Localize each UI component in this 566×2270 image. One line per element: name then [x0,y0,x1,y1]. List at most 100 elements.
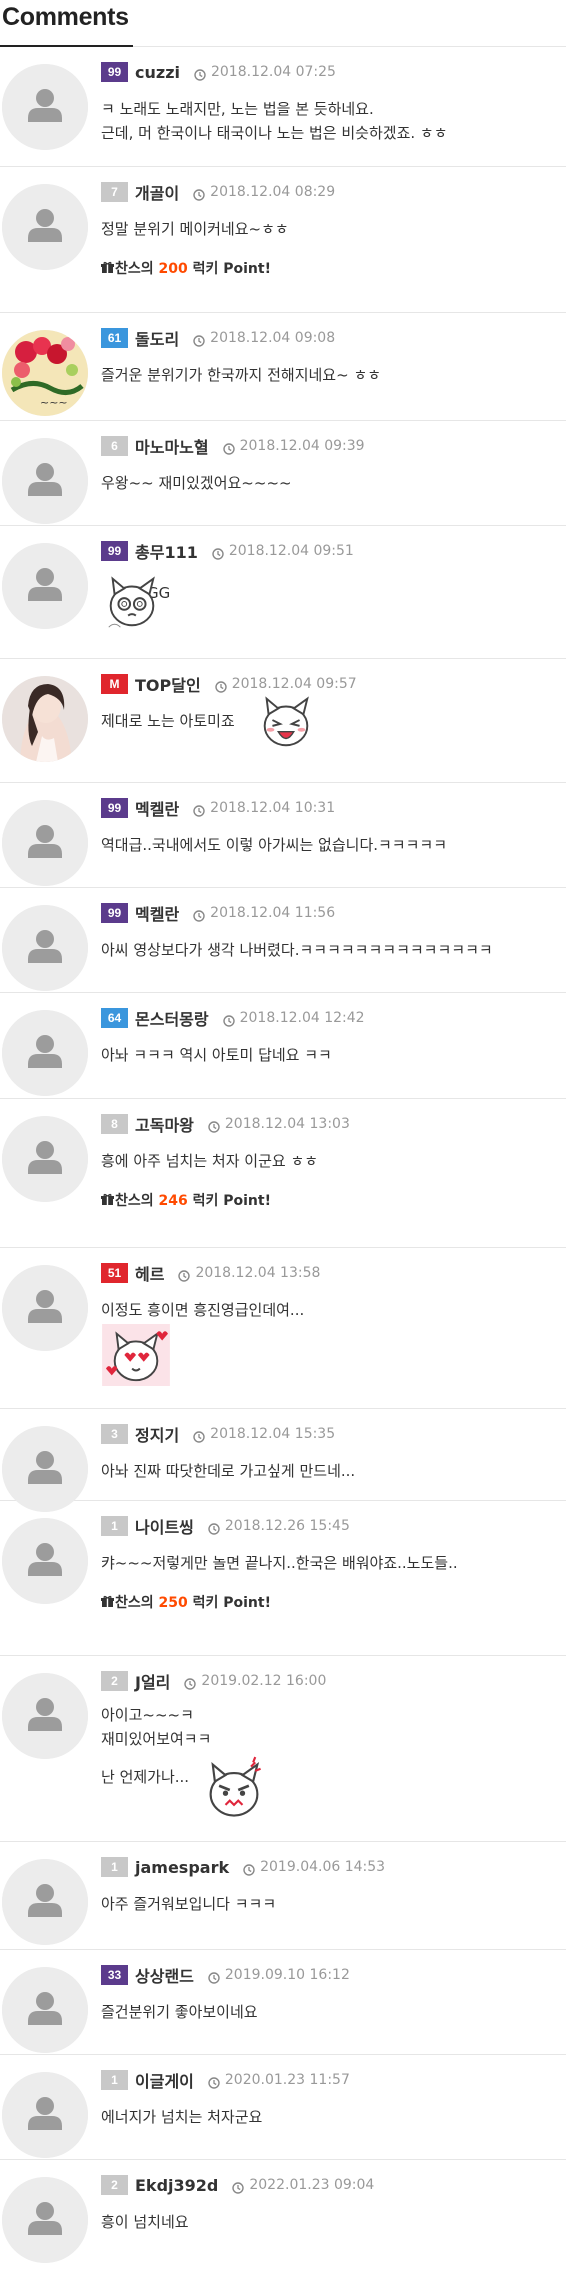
comment-text-line: 즐건분위기 좋아보이네요 [101,2003,258,2021]
comment-date: 2018.12.04 11:56 [210,905,336,921]
dizzy-cat-emoticon [101,571,163,633]
default-user-icon [2,438,88,524]
comment-meta: 8 고독마왕 2018.12.04 13:03 [101,1113,350,1135]
author-nickname[interactable]: TOP달인 [135,672,201,696]
clock-icon [193,186,205,201]
comment-body: 정말 분위기 메이커네요~ㅎㅎ [101,217,289,241]
default-user-icon [2,64,88,150]
author-nickname[interactable]: jamespark [135,1858,229,1877]
author-nickname[interactable]: 멕켈란 [135,796,179,820]
default-user-icon [2,184,88,270]
clock-icon [193,332,205,347]
comment-text-line: 즐거운 분위기가 한국까지 전해지네요~ ㅎㅎ [101,366,382,384]
avatar[interactable] [2,1010,88,1096]
clock-icon [193,802,205,817]
avatar[interactable] [2,800,88,886]
author-nickname[interactable]: Ekdj392d [135,2176,218,2195]
gift-icon [101,261,114,274]
angry-cat-emoticon [200,1756,268,1824]
comment-body: 아놔 진짜 따닷한데로 가고싶게 만드네... [101,1459,355,1483]
level-badge: 1 [101,1857,128,1877]
svg-text:~~~: ~~~ [40,396,68,409]
level-badge: 2 [101,1671,128,1691]
author-nickname[interactable]: 상상랜드 [135,1963,194,1987]
default-user-icon [2,1426,88,1512]
point-prefix: 찬스의 [115,1193,159,1209]
point-suffix: 럭키 Point! [187,1595,271,1611]
author-nickname[interactable]: 몬스터몽랑 [135,1006,209,1030]
comment-item: 8 고독마왕 2018.12.04 13:03 흥에 아주 넘치는 처자 이군요 ㅎㅎ… [0,1099,566,1248]
comment-meta: 3 정지기 2018.12.04 15:35 [101,1423,335,1445]
comment-text-line: 아주 즐거워보입니다 ㅋㅋㅋ [101,1895,277,1913]
avatar[interactable] [2,1673,88,1759]
author-nickname[interactable]: cuzzi [135,63,180,82]
point-prefix: 찬스의 [115,1595,159,1611]
laughing-cat-emoticon [255,691,317,753]
avatar[interactable] [2,1426,88,1512]
avatar[interactable] [2,64,88,150]
comment-text-line: 우왕~~ 재미있겠어요~~~~ [101,474,292,492]
comment-meta: 7 개골이 2018.12.04 08:29 [101,181,335,203]
default-user-icon [2,1518,88,1604]
default-user-icon [2,905,88,991]
point-suffix: 럭키 Point! [187,261,271,277]
comment-meta: 99 cuzzi 2018.12.04 07:25 [101,61,336,83]
comment-date: 2018.12.04 08:29 [210,184,336,200]
default-user-icon [2,1010,88,1096]
comment-body: 아주 즐거워보입니다 ㅋㅋㅋ [101,1892,276,1916]
gift-icon [101,1595,114,1608]
comment-body: 즐건분위기 좋아보이네요 [101,2000,258,2024]
comment-meta: 61 돌도리 2018.12.04 09:08 [101,327,335,349]
comment-text-line: 제대로 노는 아토미죠 [101,712,235,730]
avatar[interactable]: ~~~ [2,330,88,416]
avatar[interactable] [2,2177,88,2263]
avatar[interactable] [2,1116,88,1202]
author-nickname[interactable]: 이글게이 [135,2068,194,2092]
comment-meta: 33 상상랜드 2019.09.10 16:12 [101,1964,350,1986]
avatar[interactable] [2,1967,88,2053]
author-nickname[interactable]: 돌도리 [135,326,179,350]
clock-icon [222,1012,235,1027]
default-user-icon [2,1967,88,2053]
level-badge: 99 [101,62,128,82]
author-nickname[interactable]: 헤르 [135,1261,164,1285]
comment-date: 2019.04.06 14:53 [260,1859,386,1875]
comment-text-line: 이정도 흥이면 흥진영급인데여... [101,1301,305,1319]
point-suffix: 럭키 Point! [187,1193,271,1209]
comment-text-line: 아씨 영상보다가 생각 나버렸다.ㅋㅋㅋㅋㅋㅋㅋㅋㅋㅋㅋㅋㅋㅋ [101,941,493,959]
comment-text-line: 캬~~~저렇게만 놀면 끝나지..한국은 배워야죠..노도들.. [101,1554,458,1572]
default-user-icon [2,1265,88,1351]
comment-item: 2 Ekdj392d 2022.01.23 09:04 흥이 넘치네요 [0,2160,566,2270]
comment-date: 2018.12.04 09:39 [239,438,365,454]
author-nickname[interactable]: 개골이 [135,180,179,204]
default-user-icon [2,800,88,886]
avatar[interactable] [2,676,88,762]
avatar[interactable] [2,905,88,991]
comment-item: 1 나이트씽 2018.12.26 15:45 캬~~~저렇게만 놀면 끝나지..한국… [0,1501,566,1656]
comment-body: ㅋ 노래도 노래지만, 노는 법을 본 듯하네요. 근데, 머 한국이나 태국이나… [101,97,448,145]
comment-body: 이정도 흥이면 흥진영급인데여... [101,1298,304,1322]
author-nickname[interactable]: 나이트씽 [135,1514,194,1538]
avatar[interactable] [2,1518,88,1604]
comment-date: 2018.12.26 15:45 [224,1518,350,1534]
avatar[interactable] [2,184,88,270]
comment-body: 즐거운 분위기가 한국까지 전해지네요~ ㅎㅎ [101,363,381,387]
avatar[interactable] [2,1265,88,1351]
avatar[interactable] [2,1859,88,1945]
avatar[interactable] [2,438,88,524]
avatar[interactable] [2,543,88,629]
avatar[interactable] [2,2072,88,2158]
author-nickname[interactable]: 멕켈란 [135,901,179,925]
comment-text-line: 정말 분위기 메이커네요~ㅎㅎ [101,220,289,238]
author-nickname[interactable]: 정지기 [135,1422,179,1446]
comment-text-line: 아놔 ㅋㅋㅋ 역시 아토미 답네요 ㅋㅋ [101,1046,332,1064]
author-nickname[interactable]: 총무111 [135,539,198,563]
author-nickname[interactable]: J얼리 [135,1669,170,1693]
comment-text-line: 흥에 아주 넘치는 처자 이군요 ㅎㅎ [101,1152,319,1170]
comments-title: Comments [2,3,129,31]
level-badge: 99 [101,541,128,561]
level-badge: 1 [101,2070,128,2090]
comment-item: 99 총무111 2018.12.04 09:51 GG [0,526,566,659]
author-nickname[interactable]: 고독마왕 [135,1112,194,1136]
author-nickname[interactable]: 마노마노혈 [135,434,209,458]
